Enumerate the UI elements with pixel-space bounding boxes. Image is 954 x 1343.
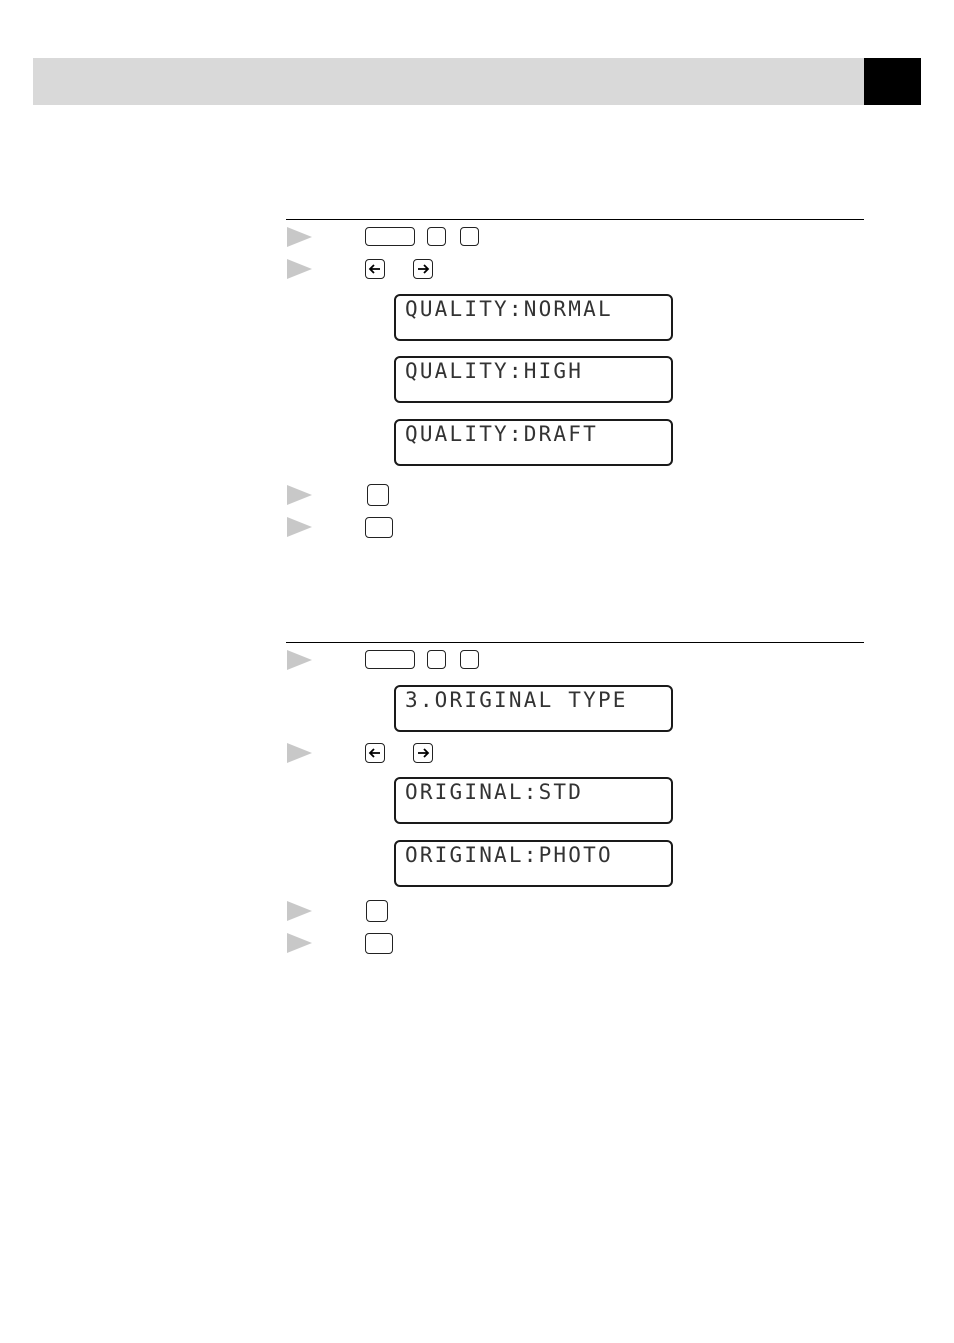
- step-bullet-icon: [287, 933, 312, 953]
- left-arrow-icon: [368, 748, 380, 758]
- right-arrow-icon: [418, 264, 430, 274]
- lcd-text: 3.ORIGINAL TYPE: [405, 688, 628, 712]
- step-bullet-icon: [287, 259, 312, 279]
- lcd-display: QUALITY:HIGH: [394, 356, 673, 403]
- lcd-text: QUALITY:DRAFT: [405, 422, 598, 446]
- step-bullet-icon: [287, 901, 312, 921]
- number-key[interactable]: [427, 650, 446, 669]
- section-original-rule: [286, 642, 864, 643]
- step-bullet-icon: [287, 743, 312, 763]
- number-key[interactable]: [427, 227, 446, 246]
- menu-key[interactable]: [365, 227, 415, 246]
- step-bullet-icon: [287, 227, 312, 247]
- lcd-text: ORIGINAL:STD: [405, 780, 584, 804]
- step-bullet-icon: [287, 650, 312, 670]
- page-header-tab: [864, 58, 921, 105]
- left-arrow-icon: [368, 264, 380, 274]
- lcd-display: QUALITY:NORMAL: [394, 294, 673, 341]
- left-arrow-key[interactable]: [365, 259, 385, 279]
- number-key[interactable]: [460, 227, 479, 246]
- lcd-text: QUALITY:HIGH: [405, 359, 584, 383]
- lcd-display: QUALITY:DRAFT: [394, 419, 673, 466]
- lcd-text: ORIGINAL:PHOTO: [405, 843, 613, 867]
- step-bullet-icon: [287, 485, 312, 505]
- set-key[interactable]: [367, 484, 389, 506]
- stop-key[interactable]: [365, 933, 393, 954]
- lcd-display: ORIGINAL:PHOTO: [394, 840, 673, 887]
- lcd-display: ORIGINAL:STD: [394, 777, 673, 824]
- lcd-text: QUALITY:NORMAL: [405, 297, 613, 321]
- right-arrow-icon: [418, 748, 430, 758]
- number-key[interactable]: [460, 650, 479, 669]
- right-arrow-key[interactable]: [413, 259, 433, 279]
- lcd-display: 3.ORIGINAL TYPE: [394, 685, 673, 732]
- page-header-bar: [33, 58, 864, 105]
- section-quality-rule: [286, 219, 864, 220]
- stop-key[interactable]: [365, 517, 393, 538]
- set-key[interactable]: [366, 900, 388, 922]
- left-arrow-key[interactable]: [365, 743, 385, 763]
- step-bullet-icon: [287, 517, 312, 537]
- menu-key[interactable]: [365, 650, 415, 669]
- right-arrow-key[interactable]: [413, 743, 433, 763]
